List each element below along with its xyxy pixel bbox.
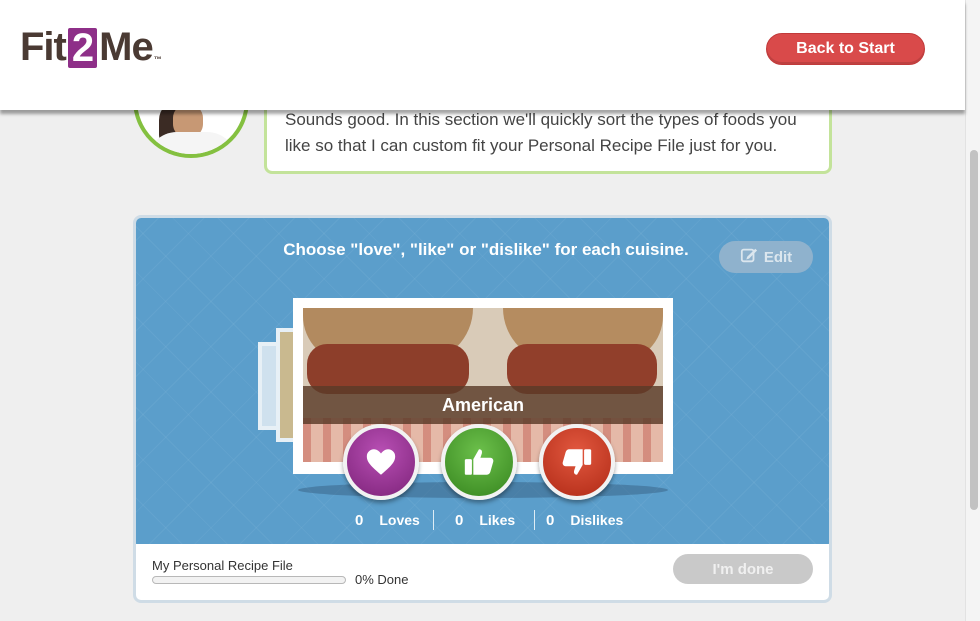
edit-icon <box>740 246 758 268</box>
logo-text-2: 2 <box>67 27 98 68</box>
dislike-button[interactable] <box>539 424 615 500</box>
im-done-button[interactable]: I'm done <box>673 554 813 584</box>
scrollbar-thumb[interactable] <box>970 150 978 510</box>
dislikes-count-value: 0 <box>546 511 555 529</box>
loves-count: 0 Loves <box>355 510 420 530</box>
edit-label: Edit <box>763 248 793 266</box>
heart-icon <box>366 449 396 475</box>
count-divider <box>534 510 535 530</box>
edit-button[interactable]: Edit <box>719 241 813 273</box>
progress-text: 0% Done <box>355 572 409 587</box>
count-divider <box>433 510 434 530</box>
cuisine-name-banner: American <box>303 386 663 424</box>
logo-text-me: Me <box>99 25 154 69</box>
like-button[interactable] <box>441 424 517 500</box>
cuisine-sorter-area: Choose "love", "like" or "dislike" for e… <box>136 218 829 544</box>
coach-message: Sounds good. In this section we'll quick… <box>285 110 797 155</box>
fit2me-logo[interactable]: Fit 2 Me ™ <box>20 25 162 70</box>
likes-count-label: Likes <box>479 512 516 528</box>
dislikes-count: 0 Dislikes <box>546 510 623 530</box>
likes-count: 0 Likes <box>455 510 515 530</box>
logo-text-fit: Fit <box>20 25 67 69</box>
logo-trademark: ™ <box>153 55 162 64</box>
header: Fit 2 Me ™ Back to Start <box>0 0 965 110</box>
cuisine-sorter-panel: Choose "love", "like" or "dislike" for e… <box>133 215 832 603</box>
back-to-start-button[interactable]: Back to Start <box>766 33 925 65</box>
thumbs-up-icon <box>464 449 494 475</box>
cuisine-name: American <box>441 394 525 415</box>
dislikes-count-label: Dislikes <box>570 512 624 528</box>
recipe-file-label: My Personal Recipe File <box>152 558 293 573</box>
love-button[interactable] <box>343 424 419 500</box>
loves-count-value: 0 <box>355 511 364 529</box>
likes-count-value: 0 <box>455 511 464 529</box>
loves-count-label: Loves <box>379 512 420 528</box>
recipe-file-progress-bar <box>152 576 346 584</box>
page-scrollbar[interactable] <box>965 0 980 621</box>
thumbs-down-icon <box>562 449 592 475</box>
